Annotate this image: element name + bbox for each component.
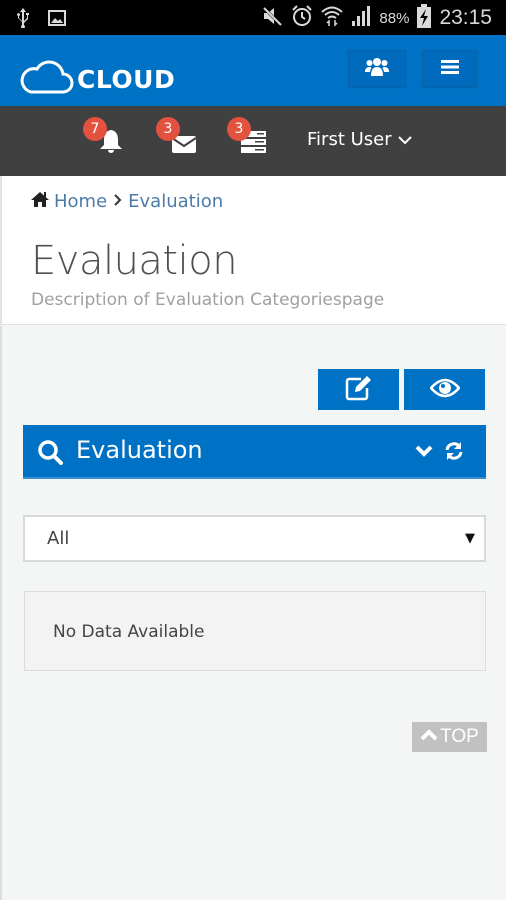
chevron-down-icon — [397, 129, 412, 150]
empty-state: No Data Available — [24, 591, 486, 671]
refresh-icon[interactable] — [444, 441, 464, 465]
mute-icon — [261, 5, 283, 31]
tasks-badge: 3 — [227, 117, 251, 141]
image-icon — [48, 10, 66, 30]
breadcrumb-home[interactable]: Home — [54, 191, 107, 212]
app-header: CLOUD — [0, 35, 506, 106]
top-nav: 7 3 3 — [0, 106, 506, 176]
breadcrumb-current[interactable]: Evaluation — [128, 191, 223, 212]
panel-header: Evaluation — [23, 425, 486, 479]
search-icon — [37, 439, 63, 469]
notifications-badge: 7 — [83, 117, 107, 141]
chevron-up-icon — [420, 726, 438, 748]
users-button[interactable] — [348, 50, 406, 87]
user-menu[interactable]: First User — [307, 129, 412, 150]
notifications-button[interactable]: 7 — [83, 117, 128, 154]
bell-icon — [98, 130, 124, 158]
collapse-chevron-icon[interactable] — [415, 443, 433, 462]
wifi-icon — [321, 5, 344, 31]
empty-message: No Data Available — [53, 622, 205, 642]
filter-select[interactable]: All ▼ — [23, 515, 486, 562]
cloud-icon — [19, 59, 75, 99]
status-bar: 88% 23:15 — [0, 0, 506, 35]
usb-icon — [16, 8, 30, 32]
envelope-icon — [171, 136, 197, 158]
page-title: Evaluation — [31, 238, 238, 284]
content-area: Evaluation All ▼ No Data Available TOP — [0, 326, 506, 900]
edit-button[interactable] — [318, 369, 399, 410]
page-header: Home Evaluation Evaluation Description o… — [0, 176, 506, 325]
signal-icon — [351, 6, 371, 30]
back-to-top-label: TOP — [440, 726, 479, 747]
messages-badge: 3 — [156, 117, 180, 141]
clock: 23:15 — [439, 6, 492, 29]
tasks-icon — [241, 131, 267, 158]
edit-icon — [345, 375, 373, 405]
battery-percent: 88% — [379, 9, 410, 27]
back-to-top-button[interactable]: TOP — [412, 722, 487, 752]
home-icon — [31, 191, 49, 212]
panel-title: Evaluation — [76, 436, 203, 464]
logo[interactable]: CLOUD — [19, 59, 175, 99]
alarm-icon — [291, 5, 313, 31]
logo-text: CLOUD — [77, 64, 176, 94]
breadcrumb-separator — [113, 192, 122, 211]
breadcrumb: Home Evaluation — [31, 191, 223, 212]
hamburger-icon — [440, 59, 459, 79]
caret-down-icon: ▼ — [465, 531, 475, 546]
page-description: Description of Evaluation Categoriespage — [31, 290, 385, 310]
battery-charging-icon — [417, 4, 432, 32]
filter-select-value: All — [47, 528, 70, 549]
tasks-button[interactable]: 3 — [227, 117, 271, 154]
user-name: First User — [307, 129, 392, 150]
users-icon — [365, 57, 389, 81]
eye-icon — [428, 378, 461, 402]
view-button[interactable] — [404, 369, 485, 410]
menu-button[interactable] — [422, 50, 477, 87]
messages-button[interactable]: 3 — [156, 117, 201, 154]
